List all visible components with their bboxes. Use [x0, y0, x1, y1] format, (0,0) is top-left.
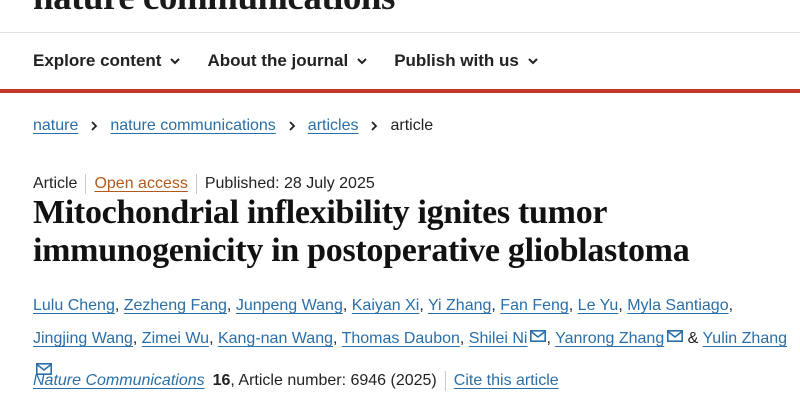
author-separator: ,	[546, 330, 556, 347]
author-link[interactable]: Kaiyan Xi	[352, 297, 420, 314]
journal-link[interactable]: Nature Communications	[33, 370, 205, 392]
nav-label: Publish with us	[394, 51, 519, 70]
author-separator: ,	[333, 330, 342, 347]
email-icon[interactable]	[667, 322, 684, 342]
author-link[interactable]: Yi Zhang	[428, 297, 491, 314]
article-type: Article	[33, 175, 78, 192]
author-separator: ,	[618, 297, 628, 314]
breadcrumb-articles[interactable]: articles	[308, 115, 359, 137]
author-link[interactable]: Fan Feng	[500, 297, 568, 314]
author-separator: ,	[728, 297, 734, 314]
article-meta: Article Open access Published: 28 July 2…	[33, 173, 375, 195]
author-link[interactable]: Zezheng Fang	[124, 297, 227, 314]
author-link[interactable]: Lulu Cheng	[33, 297, 115, 314]
meta-divider	[195, 174, 197, 194]
article-title: Mitochondrial inflexibility ignites tumo…	[33, 194, 690, 269]
author-separator: ,	[209, 330, 218, 347]
chevron-right-icon	[91, 121, 98, 131]
citation-line: Nature Communications 16 , Article numbe…	[33, 370, 559, 392]
author-link[interactable]: Junpeng Wang	[236, 297, 343, 314]
author-separator: ,	[132, 330, 142, 347]
author-separator: ,	[568, 297, 578, 314]
citation-divider	[444, 371, 446, 391]
nav-label: Explore content	[33, 51, 162, 70]
breadcrumb-nature[interactable]: nature	[33, 115, 78, 137]
nav-label: About the journal	[207, 51, 349, 70]
nav-explore-content[interactable]: Explore content	[33, 50, 181, 72]
author-separator: ,	[114, 297, 124, 314]
breadcrumb-current: article	[390, 117, 434, 134]
nav-publish-with-us[interactable]: Publish with us	[394, 50, 539, 72]
author-link[interactable]: Yulin Zhang	[703, 330, 788, 347]
author-link[interactable]: Zimei Wu	[142, 330, 209, 347]
email-icon[interactable]	[36, 355, 52, 375]
author-link[interactable]: Jingjing Wang	[33, 330, 133, 347]
header-divider	[0, 32, 800, 33]
author-link[interactable]: Shilei Ni	[469, 330, 528, 347]
chevron-down-icon	[170, 58, 181, 65]
volume-number: 16	[212, 372, 231, 389]
accent-bar	[0, 89, 800, 93]
breadcrumb-nature-communications[interactable]: nature communications	[110, 115, 275, 137]
meta-divider	[85, 174, 87, 194]
author-separator: ,	[459, 330, 469, 347]
author-link[interactable]: Thomas Daubon	[342, 330, 460, 347]
chevron-down-icon	[357, 58, 367, 65]
author-link[interactable]: Myla Santiago	[627, 297, 728, 314]
article-number: , Article number: 6946 (2025)	[230, 372, 437, 389]
author-separator: ,	[342, 297, 352, 314]
chevron-right-icon	[371, 121, 378, 131]
nav-about-journal[interactable]: About the journal	[207, 50, 368, 72]
author-link[interactable]: Kang-nan Wang	[218, 330, 333, 347]
author-separator: ,	[491, 297, 501, 314]
open-access-link[interactable]: Open access	[94, 173, 187, 195]
published-date: Published: 28 July 2025	[204, 175, 375, 192]
author-joiner: &	[687, 330, 699, 347]
chevron-right-icon	[289, 121, 296, 131]
cite-this-article-link[interactable]: Cite this article	[454, 370, 559, 392]
author-separator: ,	[226, 297, 236, 314]
main-nav: Explore content About the journal Publis…	[33, 50, 565, 72]
author-link[interactable]: Yanrong Zhang	[555, 330, 664, 347]
author-link[interactable]: Le Yu	[578, 297, 619, 314]
author-separator: ,	[419, 297, 428, 314]
chevron-down-icon	[528, 58, 538, 65]
breadcrumb: nature nature communications articles ar…	[33, 115, 433, 137]
journal-logo[interactable]: nature communications	[33, 0, 395, 18]
email-icon[interactable]	[530, 322, 547, 342]
